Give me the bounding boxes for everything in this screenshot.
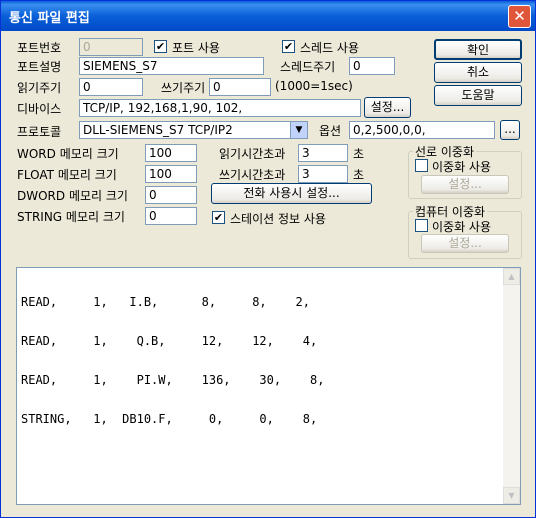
- vertical-scrollbar[interactable]: ▲ ▼: [503, 268, 520, 504]
- protocol-select[interactable]: DLL-SIEMENS_S7 TCP/IP2 ▼: [79, 121, 308, 139]
- dword-mem-input[interactable]: 0: [145, 186, 197, 204]
- thread-cycle-label: 스레드주기: [280, 60, 336, 74]
- word-mem-input[interactable]: 100: [145, 144, 197, 162]
- phone-settings-button[interactable]: 전화 사용시 설정...: [211, 183, 372, 204]
- window-title: 통신 파일 편집: [9, 11, 90, 26]
- write-timeout-input[interactable]: 3: [298, 165, 348, 183]
- thread-use-label: 스레드 사용: [300, 41, 360, 55]
- read-cycle-label: 읽기주기: [17, 81, 62, 95]
- write-cycle-label: 쓰기주기: [161, 81, 206, 95]
- float-mem-input[interactable]: 100: [145, 165, 197, 183]
- check-mark-icon: ✔: [213, 211, 224, 224]
- line-dual-settings-button[interactable]: 설정...: [421, 175, 509, 194]
- port-use-checkbox[interactable]: ✔: [154, 40, 167, 53]
- thread-use-checkbox[interactable]: ✔: [282, 40, 295, 53]
- port-no-input[interactable]: 0: [79, 38, 143, 56]
- chevron-down-icon[interactable]: ▼: [290, 122, 307, 138]
- read-cycle-input[interactable]: 0: [79, 78, 143, 96]
- port-use-label: 포트 사용: [172, 41, 220, 55]
- check-mark-icon: ✔: [283, 40, 294, 53]
- read-timeout-unit: 초: [353, 147, 365, 161]
- device-settings-button[interactable]: 설정...: [364, 97, 411, 118]
- ok-button[interactable]: 확인: [434, 39, 522, 60]
- config-text-content: READ, 1, I.B, 8, 8, 2, READ, 1, Q.B, 12,…: [21, 270, 324, 452]
- config-line: STRING, 1, DB10.F, 0, 0, 8,: [21, 412, 318, 426]
- scroll-up-icon[interactable]: ▲: [503, 268, 520, 285]
- write-timeout-unit: 초: [353, 168, 365, 182]
- pc-dual-check-label: 이중화 사용: [432, 220, 492, 234]
- write-timeout-label: 쓰기시간초과: [219, 168, 286, 182]
- help-button[interactable]: 도움말: [434, 85, 522, 106]
- device-label: 디바이스: [17, 102, 62, 116]
- pc-dual-settings-button[interactable]: 설정...: [421, 234, 509, 253]
- config-line: READ, 1, Q.B, 12, 12, 4,: [21, 334, 318, 348]
- option-label: 옵션: [319, 124, 342, 138]
- read-timeout-label: 읽기시간초과: [219, 147, 286, 161]
- read-timeout-input[interactable]: 3: [298, 144, 348, 162]
- port-desc-label: 포트설명: [17, 60, 62, 74]
- station-info-label: 스테이션 정보 사용: [230, 212, 326, 226]
- title-bar[interactable]: 통신 파일 편집 ✕: [1, 1, 535, 31]
- station-info-checkbox[interactable]: ✔: [212, 211, 225, 224]
- dword-mem-label: DWORD 메모리 크기: [17, 189, 128, 203]
- line-dual-check-label: 이중화 사용: [432, 160, 492, 174]
- word-mem-label: WORD 메모리 크기: [17, 147, 119, 161]
- pc-dual-checkbox[interactable]: [415, 219, 428, 232]
- cancel-button[interactable]: 취소: [434, 62, 522, 83]
- device-input[interactable]: TCP/IP, 192,168,1,90, 102,: [79, 99, 361, 117]
- protocol-label: 프로토콜: [17, 125, 62, 139]
- write-cycle-input[interactable]: 0: [209, 78, 271, 96]
- port-desc-input[interactable]: SIEMENS_S7: [79, 57, 264, 75]
- option-input[interactable]: 0,2,500,0,0,: [349, 121, 495, 139]
- option-more-button[interactable]: ...: [500, 120, 520, 140]
- check-mark-icon: ✔: [155, 40, 166, 53]
- config-text-area[interactable]: READ, 1, I.B, 8, 8, 2, READ, 1, Q.B, 12,…: [16, 267, 521, 505]
- config-line: READ, 1, I.B, 8, 8, 2,: [21, 295, 310, 309]
- port-no-label: 포트번호: [17, 41, 62, 55]
- scroll-down-icon[interactable]: ▼: [503, 487, 520, 504]
- string-mem-label: STRING 메모리 크기: [17, 210, 125, 224]
- unit-note: (1000=1sec): [275, 79, 353, 93]
- line-dual-checkbox[interactable]: [415, 159, 428, 172]
- string-mem-input[interactable]: 0: [145, 207, 197, 225]
- dialog-window: 통신 파일 편집 ✕ 포트번호 0 ✔ 포트 사용 ✔ 스레드 사용 포트설명 …: [0, 0, 536, 518]
- close-button[interactable]: ✕: [508, 5, 531, 28]
- protocol-value: DLL-SIEMENS_S7 TCP/IP2: [83, 123, 233, 137]
- config-line: READ, 1, PI.W, 136, 30, 8,: [21, 373, 325, 387]
- float-mem-label: FLOAT 메모리 크기: [17, 168, 117, 182]
- thread-cycle-input[interactable]: 0: [349, 57, 395, 75]
